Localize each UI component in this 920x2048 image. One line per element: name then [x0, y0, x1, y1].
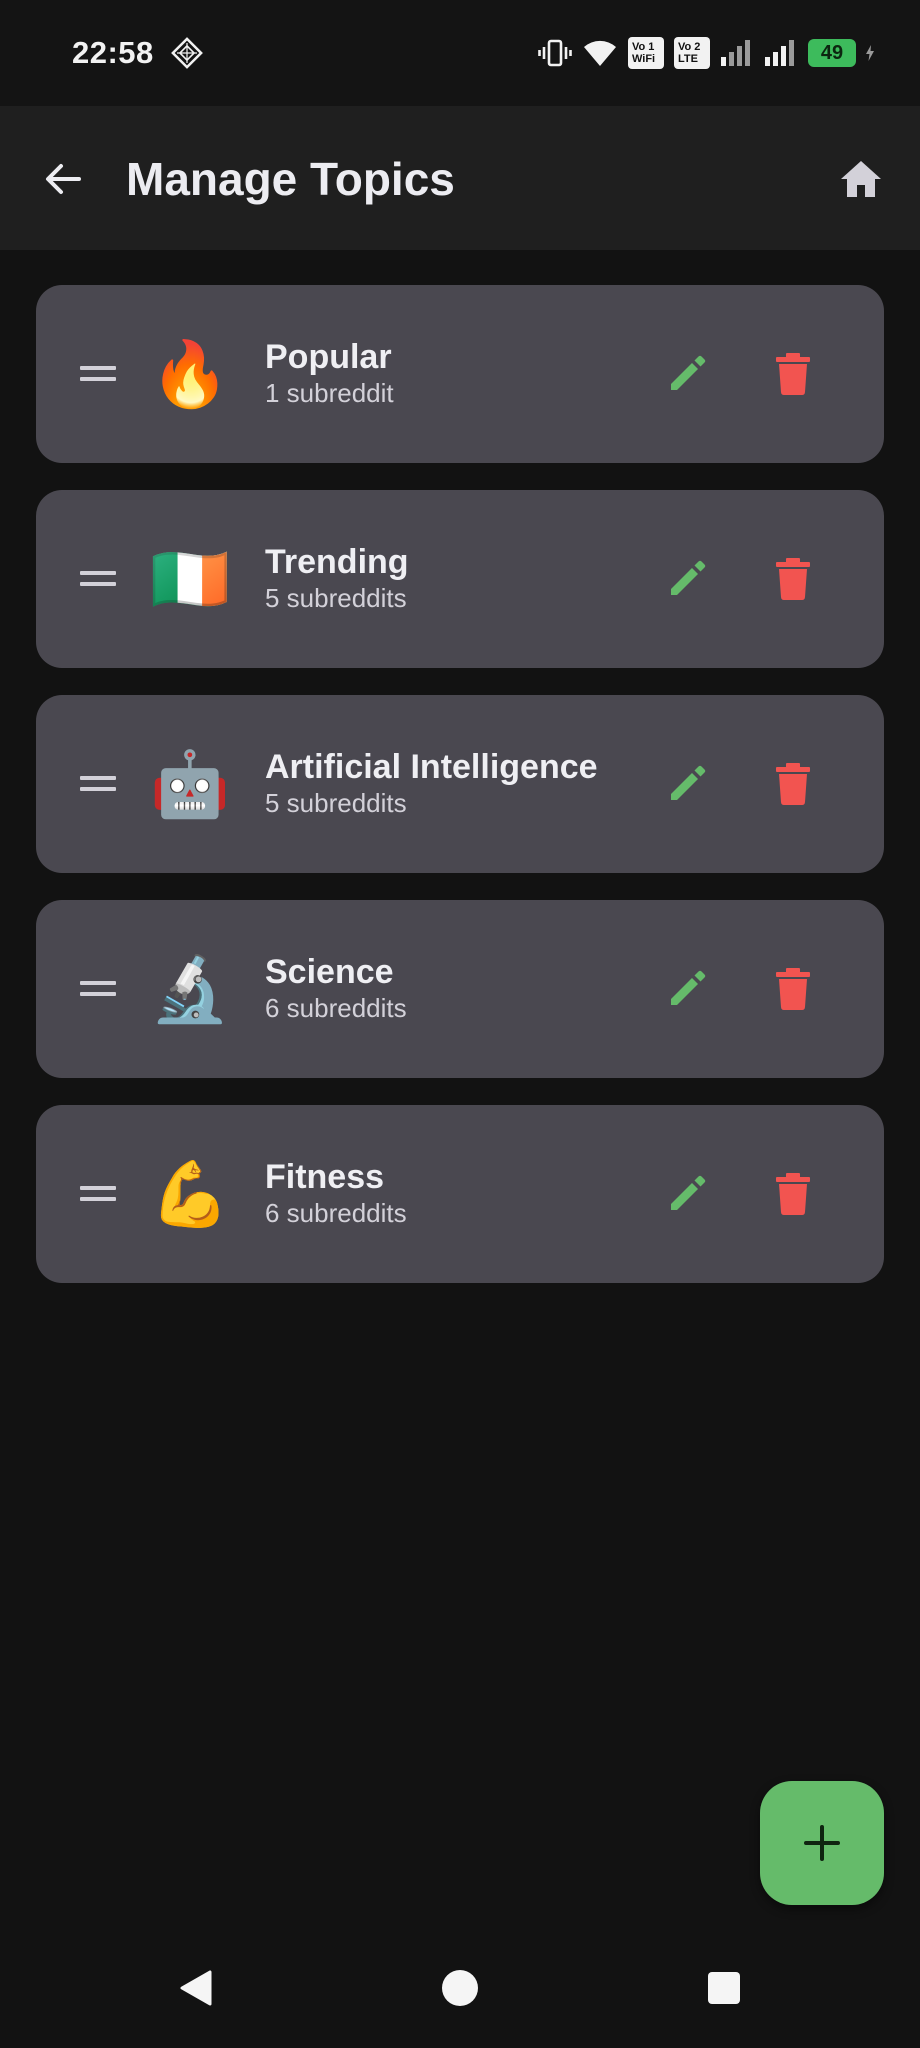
- pencil-icon: [671, 765, 706, 800]
- drag-handle-icon[interactable]: [78, 356, 118, 392]
- delete-topic-button[interactable]: [764, 960, 822, 1018]
- volte-wifi-badge: Vo 1 WiFi: [628, 37, 664, 69]
- topic-text: Artificial Intelligence 5 subreddits: [265, 747, 598, 819]
- page-title: Manage Topics: [126, 153, 455, 205]
- plus-icon: [804, 1825, 840, 1861]
- status-icons: Vo 1 WiFi Vo 2 LTE 49: [538, 36, 874, 70]
- pencil-icon: [671, 970, 706, 1005]
- nav-back-button[interactable]: [176, 1968, 216, 2008]
- volte-lte-line1: Vo 2: [678, 41, 701, 53]
- volte-wifi-line2: WiFi: [632, 53, 656, 65]
- nav-back-icon: [180, 1970, 212, 2006]
- status-bar: 22:58 Vo 1 WiFi Vo 2 LTE 49: [0, 0, 920, 106]
- trash-icon: [776, 353, 810, 395]
- battery-charging-icon: [866, 45, 874, 61]
- drag-handle-icon[interactable]: [78, 1176, 118, 1212]
- topic-subreddit-count: 5 subreddits: [265, 583, 407, 613]
- home-button[interactable]: [832, 150, 890, 208]
- topic-text: Trending 5 subreddits: [265, 542, 409, 614]
- topic-text: Science 6 subreddits: [265, 952, 407, 1024]
- topic-emoji: 💪: [150, 1158, 230, 1230]
- drag-handle-icon[interactable]: [78, 766, 118, 802]
- trash-icon: [776, 968, 810, 1010]
- pencil-icon: [671, 355, 706, 390]
- nav-home-icon: [442, 1970, 478, 2006]
- topic-name: Artificial Intelligence: [265, 748, 598, 786]
- topic-emoji: 🤖: [150, 748, 230, 820]
- battery-level: 49: [820, 41, 844, 64]
- edit-topic-button[interactable]: [658, 550, 716, 608]
- nav-home-button[interactable]: [440, 1968, 480, 2008]
- edit-topic-button[interactable]: [658, 755, 716, 813]
- status-time: 22:58: [72, 35, 154, 70]
- drag-handle-icon[interactable]: [78, 561, 118, 597]
- vibrate-icon: [538, 36, 572, 70]
- topic-text: Popular 1 subreddit: [265, 337, 394, 409]
- trash-icon: [776, 763, 810, 805]
- diamond-grid-icon: [170, 36, 204, 70]
- screen: 22:58 Vo 1 WiFi Vo 2 LTE 49 Manage Topic…: [0, 0, 920, 2048]
- signal-2-icon: [764, 36, 798, 70]
- arrow-left-icon: [46, 164, 81, 194]
- topic-card[interactable]: 🔬 Science 6 subreddits: [36, 900, 884, 1078]
- volte-lte-badge: Vo 2 LTE: [674, 37, 710, 69]
- edit-topic-button[interactable]: [658, 960, 716, 1018]
- delete-topic-button[interactable]: [764, 1165, 822, 1223]
- delete-topic-button[interactable]: [764, 550, 822, 608]
- wifi-icon: [582, 36, 618, 70]
- home-icon: [841, 161, 881, 197]
- topic-subreddit-count: 6 subreddits: [265, 1198, 407, 1228]
- topic-card[interactable]: 🤖 Artificial Intelligence 5 subreddits: [36, 695, 884, 873]
- battery-indicator: 49: [808, 39, 856, 67]
- system-nav-bar: [0, 1930, 920, 2048]
- topic-emoji: 🔬: [150, 953, 230, 1025]
- pencil-icon: [671, 1175, 706, 1210]
- topic-subreddit-count: 5 subreddits: [265, 788, 407, 818]
- topic-name: Science: [265, 953, 394, 991]
- topic-subreddit-count: 1 subreddit: [265, 378, 394, 408]
- delete-topic-button[interactable]: [764, 755, 822, 813]
- app-bar: Manage Topics: [0, 106, 920, 250]
- add-topic-button[interactable]: [760, 1781, 884, 1905]
- nav-recents-button[interactable]: [704, 1968, 744, 2008]
- edit-topic-button[interactable]: [658, 345, 716, 403]
- topic-emoji: 🇮🇪: [150, 543, 230, 615]
- pencil-icon: [671, 560, 706, 595]
- topic-list: 🔥 Popular 1 subreddit 🇮🇪 Trending 5 subr…: [36, 285, 884, 1310]
- trash-icon: [776, 558, 810, 600]
- topic-name: Popular: [265, 338, 392, 376]
- volte-lte-line2: LTE: [678, 53, 698, 65]
- topic-text: Fitness 6 subreddits: [265, 1157, 407, 1229]
- delete-topic-button[interactable]: [764, 345, 822, 403]
- drag-handle-icon[interactable]: [78, 971, 118, 1007]
- back-button[interactable]: [34, 150, 92, 208]
- topic-name: Trending: [265, 543, 409, 581]
- topic-card[interactable]: 🇮🇪 Trending 5 subreddits: [36, 490, 884, 668]
- topic-card[interactable]: 🔥 Popular 1 subreddit: [36, 285, 884, 463]
- volte-wifi-line1: Vo 1: [632, 41, 655, 53]
- edit-topic-button[interactable]: [658, 1165, 716, 1223]
- topic-name: Fitness: [265, 1158, 385, 1196]
- topic-subreddit-count: 6 subreddits: [265, 993, 407, 1023]
- signal-1-icon: [720, 36, 754, 70]
- topic-emoji: 🔥: [150, 338, 230, 410]
- nav-recents-icon: [708, 1972, 740, 2004]
- topic-card[interactable]: 💪 Fitness 6 subreddits: [36, 1105, 884, 1283]
- trash-icon: [776, 1173, 810, 1215]
